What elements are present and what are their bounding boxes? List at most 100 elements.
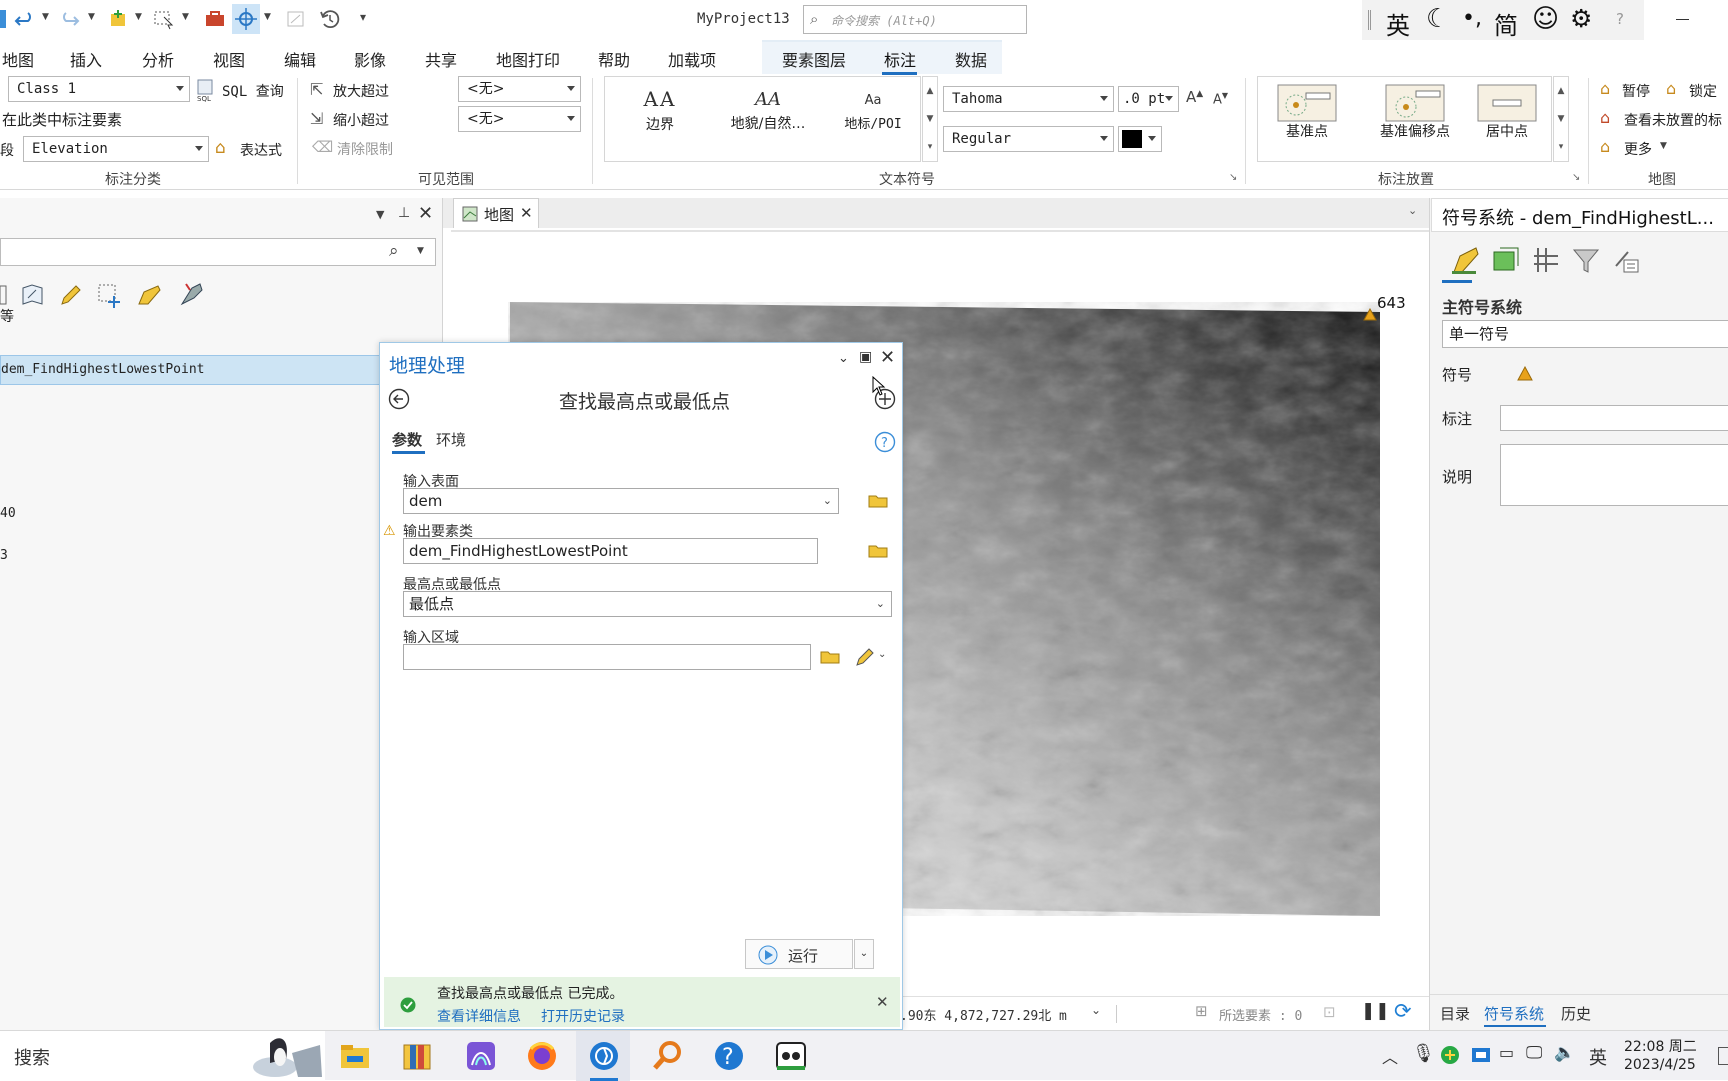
menu-view[interactable]: 视图 (213, 47, 245, 71)
open-history-link[interactable]: 打开历史记录 (541, 1006, 625, 1026)
labeling-icon[interactable] (136, 282, 164, 308)
help-icon[interactable]: ? (874, 431, 896, 453)
tab-data[interactable]: 数据 (955, 47, 987, 71)
symbology-description-input[interactable] (1500, 444, 1728, 506)
tab-history[interactable]: 历史 (1561, 1003, 1591, 1024)
tab-parameters[interactable]: 参数 (392, 429, 422, 450)
pause-labeling-button[interactable]: 暂停 (1622, 81, 1650, 101)
font-style-select[interactable]: Regular (943, 126, 1114, 152)
text-color-picker[interactable] (1118, 126, 1162, 152)
map-frame-icon[interactable]: ⊡ (1323, 1003, 1336, 1021)
font-size-select[interactable]: .0 pt (1118, 86, 1179, 112)
ime-simplified[interactable]: 简 (1494, 6, 1518, 41)
symbology-method-select[interactable]: 单一符号 (1442, 320, 1728, 348)
tab-symbology[interactable]: 符号系统 (1484, 1003, 1544, 1024)
output-feature-class-input[interactable]: dem_FindHighestLowestPoint (403, 538, 818, 564)
back-icon[interactable] (388, 388, 410, 410)
zoom-in-beyond-button[interactable]: 放大超过 (333, 81, 389, 101)
label-settings-icon[interactable] (1610, 244, 1642, 276)
sketch-pencil-icon[interactable] (854, 646, 876, 668)
max-scale-select[interactable]: <无> (458, 106, 581, 132)
ime-lang[interactable]: 英 (1386, 6, 1410, 41)
highest-lowest-select[interactable]: 最低点 ⌄ (403, 591, 892, 617)
menu-imagery[interactable]: 影像 (354, 47, 386, 71)
pin-icon[interactable]: ⊥ (398, 205, 410, 221)
view-details-link[interactable]: 查看详细信息 (437, 1006, 521, 1026)
recorder-app-icon[interactable] (774, 1039, 808, 1073)
symbol-layers-icon[interactable] (1530, 244, 1562, 276)
microphone-icon[interactable]: 🎙 (1412, 1043, 1435, 1064)
screen-capture-icon[interactable] (1470, 1045, 1492, 1065)
explore-tool-button[interactable] (232, 4, 260, 34)
drawing-order-icon[interactable] (20, 282, 46, 308)
taskbar-ime-lang[interactable]: 英 (1589, 1044, 1607, 1070)
customize-qat-icon[interactable]: ▾ (360, 10, 366, 24)
chevron-down-icon[interactable]: ⌄ (1408, 204, 1417, 217)
tab-map[interactable]: 地图 ✕ (453, 198, 539, 228)
label-class-select[interactable]: Class 1 (8, 76, 190, 102)
view-unplaced-button[interactable]: 查看未放置的标 (1624, 110, 1722, 130)
chevron-down-icon[interactable]: ▼ (42, 12, 49, 22)
select-icon[interactable] (152, 8, 176, 30)
vary-symbology-icon[interactable] (1490, 244, 1522, 276)
expression-button[interactable]: 表达式 (240, 140, 282, 160)
tab-feature-layer[interactable]: 要素图层 (782, 47, 846, 71)
text-style-boundary[interactable]: AA 边界 (625, 87, 695, 134)
edit-icon[interactable] (58, 282, 84, 308)
moon-icon[interactable]: ☾ (1426, 4, 1449, 34)
contents-search-input[interactable]: ⌕ ▼ (0, 238, 436, 266)
placement-base-offset-point[interactable]: 基准偏移点 (1372, 83, 1458, 141)
chevron-down-icon[interactable]: ⌄ (878, 649, 886, 660)
tab-catalog[interactable]: 目录 (1440, 1003, 1470, 1024)
tray-chevron-up-icon[interactable]: ︿ (1382, 1044, 1398, 1068)
help-app-icon[interactable]: ? (712, 1039, 746, 1073)
chevron-down-icon[interactable]: ▼ (182, 12, 189, 22)
menu-share[interactable]: 共享 (425, 47, 457, 71)
list-icon[interactable] (0, 282, 8, 308)
firefox-icon[interactable] (525, 1039, 559, 1073)
close-icon[interactable]: ✕ (880, 347, 895, 368)
taskbar-search-box[interactable]: 搜索 (0, 1031, 325, 1081)
symbology-label-input[interactable] (1500, 405, 1728, 431)
punctuation-icon[interactable]: •, (1462, 6, 1482, 31)
map-frame-icon[interactable] (286, 9, 306, 29)
chevron-down-icon[interactable]: ▼ (88, 12, 95, 22)
folder-icon[interactable] (868, 543, 888, 558)
undo-icon[interactable] (14, 9, 36, 31)
taskbar-date[interactable]: 2023/4/25 (1624, 1057, 1696, 1073)
folder-icon[interactable] (820, 649, 840, 664)
close-icon[interactable]: ✕ (876, 993, 889, 1011)
input-zone-input[interactable] (403, 644, 811, 670)
menu-map[interactable]: 地图 (2, 47, 34, 71)
toolbox-icon[interactable] (204, 9, 226, 29)
placement-base-point[interactable]: 基准点 (1276, 83, 1338, 141)
chevron-down-icon[interactable]: ⌄ (1091, 1003, 1101, 1017)
text-style-landform[interactable]: AA 地貌/自然… (718, 89, 818, 133)
battery-icon[interactable]: ▭ (1499, 1043, 1514, 1062)
layer-row-selected[interactable]: dem_FindHighestLowestPoint (0, 355, 443, 385)
run-options-button[interactable]: ⌄ (854, 939, 874, 969)
search-app-icon[interactable] (650, 1039, 684, 1073)
minimize-icon[interactable] (1676, 19, 1689, 20)
menu-insert[interactable]: 插入 (70, 47, 102, 71)
dialog-launcher-icon[interactable]: ↘ (1229, 172, 1237, 183)
menu-help[interactable]: 帮助 (598, 47, 630, 71)
sql-query-button[interactable]: SQL 查询 (222, 81, 284, 101)
maximize-icon[interactable]: ▣ (859, 349, 872, 365)
decrease-font-icon[interactable]: A▼ (1213, 91, 1228, 107)
lock-labels-button[interactable]: 锁定 (1689, 81, 1717, 101)
notification-icon[interactable] (1718, 1047, 1728, 1065)
chevron-down-icon[interactable]: ▼ (376, 208, 384, 221)
pause-drawing-icon[interactable]: ❚❚ (1361, 1001, 1390, 1021)
display-icon[interactable]: 🖵 (1526, 1043, 1542, 1063)
media-app-icon[interactable] (464, 1039, 498, 1073)
min-scale-select[interactable]: <无> (458, 76, 581, 102)
archive-app-icon[interactable] (400, 1039, 434, 1073)
gallery-scroll[interactable]: ▲ ▼ ▾ (922, 76, 938, 162)
placement-gallery-scroll[interactable]: ▲ ▼ ▾ (1553, 76, 1569, 162)
selection-icon[interactable] (96, 282, 124, 310)
tab-environments[interactable]: 环境 (436, 429, 466, 450)
file-explorer-icon[interactable] (338, 1039, 372, 1073)
close-icon[interactable]: ✕ (520, 204, 533, 222)
label-field-select[interactable]: Elevation (23, 136, 209, 162)
